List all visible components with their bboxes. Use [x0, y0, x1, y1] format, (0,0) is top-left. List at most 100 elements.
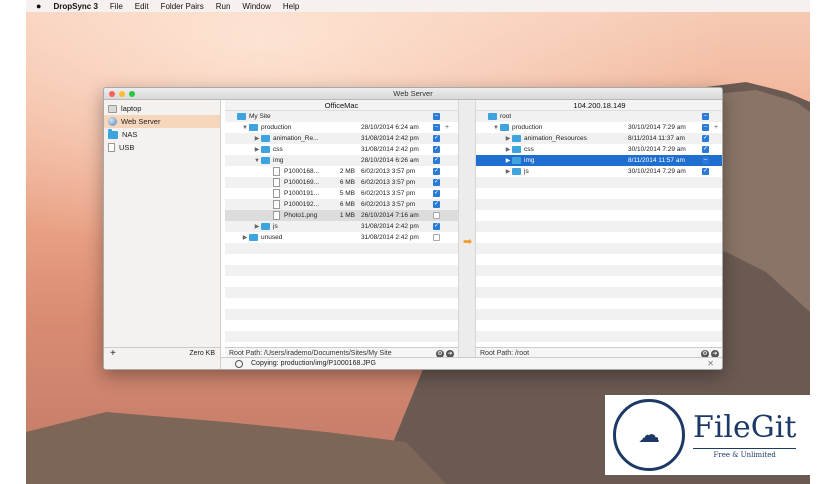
sync-checkbox[interactable]: [433, 234, 440, 241]
sync-checkbox[interactable]: ✓: [433, 223, 440, 230]
file-date: 31/08/2014 2:42 pm: [361, 234, 419, 241]
disclosure-closed-icon[interactable]: ▶: [504, 135, 512, 142]
sync-checkbox[interactable]: –: [433, 113, 440, 120]
sync-checkbox[interactable]: –: [702, 157, 709, 164]
sync-checkbox[interactable]: –: [433, 124, 440, 131]
file-row[interactable]: ▶ unused 31/08/2014 2:42 pm: [225, 232, 458, 243]
sync-checkbox[interactable]: [433, 212, 440, 219]
file-row[interactable]: ▶ js 30/10/2014 7:29 am ✓: [476, 166, 722, 177]
sidebar-footer: + Zero KB: [104, 347, 221, 359]
menu-app-name[interactable]: DropSync 3: [53, 2, 97, 11]
file-row[interactable]: ▼ img 28/10/2014 6:26 am ✓: [225, 155, 458, 166]
sync-checkbox[interactable]: ✓: [702, 168, 709, 175]
sync-checkbox[interactable]: ✓: [433, 135, 440, 142]
sync-checkbox[interactable]: ✓: [433, 168, 440, 175]
folder-icon: [237, 113, 246, 120]
file-row[interactable]: ▼ production 30/10/2014 7:29 am – +: [476, 122, 722, 133]
file-name: animation_Resources: [524, 135, 587, 142]
disclosure-open-icon[interactable]: ▼: [492, 125, 500, 131]
sync-direction-arrow-icon[interactable]: ➡: [463, 235, 472, 248]
sync-checkbox[interactable]: ✓: [702, 146, 709, 153]
file-date: 26/10/2014 7:16 am: [361, 212, 419, 219]
file-name: P1000169...: [284, 179, 320, 186]
sync-checkbox[interactable]: ✓: [433, 190, 440, 197]
sync-checkbox[interactable]: ✓: [433, 179, 440, 186]
disclosure-open-icon[interactable]: ▼: [241, 125, 249, 131]
file-row[interactable]: root –: [476, 111, 722, 122]
right-file-pane: 104.200.18.149 root – ▼ production 30/10/201…: [476, 100, 722, 347]
sidebar: laptop Web Server NAS USB + Zero KB: [104, 100, 221, 369]
file-name: P1000168...: [284, 168, 320, 175]
status-text: Copying: production/img/P1000168.JPG: [251, 360, 376, 367]
file-icon: [273, 200, 280, 209]
file-name: css: [524, 146, 534, 153]
window-titlebar: Web Server: [104, 88, 722, 100]
file-row[interactable]: P1000169... 6 MB 6/02/2013 3:57 pm ✓: [225, 177, 458, 188]
add-icon[interactable]: +: [714, 124, 718, 131]
folder-icon: [261, 223, 270, 230]
file-date: 30/10/2014 7:29 am: [628, 168, 686, 175]
close-window-button[interactable]: [109, 91, 115, 97]
sidebar-item-label: USB: [119, 143, 135, 152]
disclosure-closed-icon[interactable]: ▶: [253, 223, 261, 230]
disclosure-closed-icon[interactable]: ▶: [504, 168, 512, 175]
file-date: 8/11/2014 11:57 am: [628, 157, 685, 164]
file-date: 6/02/2013 3:57 pm: [361, 179, 416, 186]
zoom-window-button[interactable]: [129, 91, 135, 97]
disclosure-closed-icon[interactable]: ▶: [253, 135, 261, 142]
sync-size-label: Zero KB: [189, 350, 215, 357]
menu-edit[interactable]: Edit: [135, 2, 149, 11]
disclosure-open-icon[interactable]: ▼: [253, 158, 261, 164]
file-name: root: [500, 113, 512, 120]
menu-window[interactable]: Window: [242, 2, 270, 11]
file-icon: [273, 178, 280, 187]
minimize-window-button[interactable]: [119, 91, 125, 97]
file-row[interactable]: My Site –: [225, 111, 458, 122]
file-date: 31/08/2014 2:42 pm: [361, 135, 419, 142]
folder-icon: [261, 146, 270, 153]
disclosure-closed-icon[interactable]: ▶: [504, 157, 512, 164]
sync-checkbox[interactable]: –: [702, 113, 709, 120]
menu-folder-pairs[interactable]: Folder Pairs: [161, 2, 204, 11]
file-size: 6 MB: [339, 179, 355, 186]
sidebar-item-laptop[interactable]: laptop: [104, 102, 220, 115]
sync-checkbox[interactable]: ✓: [433, 201, 440, 208]
file-row[interactable]: ▶ animation_Re... 31/08/2014 2:42 pm ✓: [225, 133, 458, 144]
file-row[interactable]: ▶ animation_Resources 8/11/2014 11:37 am ✓: [476, 133, 722, 144]
menu-file[interactable]: File: [110, 2, 123, 11]
file-row[interactable]: ▼ production 28/10/2014 6:24 am – +: [225, 122, 458, 133]
file-row[interactable]: ▶ js 31/08/2014 2:42 pm ✓: [225, 221, 458, 232]
file-size: 5 MB: [339, 190, 355, 197]
file-row[interactable]: P1000191... 5 MB 6/02/2013 3:57 pm ✓: [225, 188, 458, 199]
file-row[interactable]: P1000168... 2 MB 6/02/2013 3:57 pm ✓: [225, 166, 458, 177]
file-name: js: [273, 223, 278, 230]
file-row[interactable]: P1000192... 6 MB 6/02/2013 3:57 pm ✓: [225, 199, 458, 210]
sync-checkbox[interactable]: ✓: [433, 157, 440, 164]
sidebar-item-usb[interactable]: USB: [104, 141, 220, 154]
cancel-transfer-button[interactable]: ✕: [707, 359, 714, 368]
file-row[interactable]: Photo1.png 1 MB 26/10/2014 7:16 am: [225, 210, 458, 221]
sync-checkbox[interactable]: ✓: [702, 135, 709, 142]
file-name: animation_Re...: [273, 135, 319, 142]
disclosure-closed-icon[interactable]: ▶: [241, 234, 249, 241]
file-row[interactable]: ▶ img 8/11/2014 11:57 am –: [476, 155, 722, 166]
menu-help[interactable]: Help: [283, 2, 299, 11]
file-row[interactable]: ▶ css 31/08/2014 2:42 pm ✓: [225, 144, 458, 155]
disclosure-closed-icon[interactable]: ▶: [253, 146, 261, 153]
sync-checkbox[interactable]: –: [702, 124, 709, 131]
status-bar: Copying: production/img/P1000168.JPG ✕: [221, 357, 722, 369]
file-row[interactable]: ▶ css 30/10/2014 7:29 am ✓: [476, 144, 722, 155]
menu-run[interactable]: Run: [216, 2, 231, 11]
file-date: 31/08/2014 2:42 pm: [361, 223, 419, 230]
sidebar-item-nas[interactable]: NAS: [104, 128, 220, 141]
file-icon: [273, 211, 280, 220]
left-pane-header: OfficeMac: [225, 100, 458, 111]
sidebar-item-label: NAS: [122, 130, 138, 139]
file-icon: [273, 189, 280, 198]
add-pair-button[interactable]: +: [110, 348, 116, 359]
sidebar-item-web-server[interactable]: Web Server: [104, 115, 220, 128]
apple-icon[interactable]: ●: [36, 1, 41, 11]
sync-checkbox[interactable]: ✓: [433, 146, 440, 153]
add-icon[interactable]: +: [445, 124, 449, 131]
disclosure-closed-icon[interactable]: ▶: [504, 146, 512, 153]
